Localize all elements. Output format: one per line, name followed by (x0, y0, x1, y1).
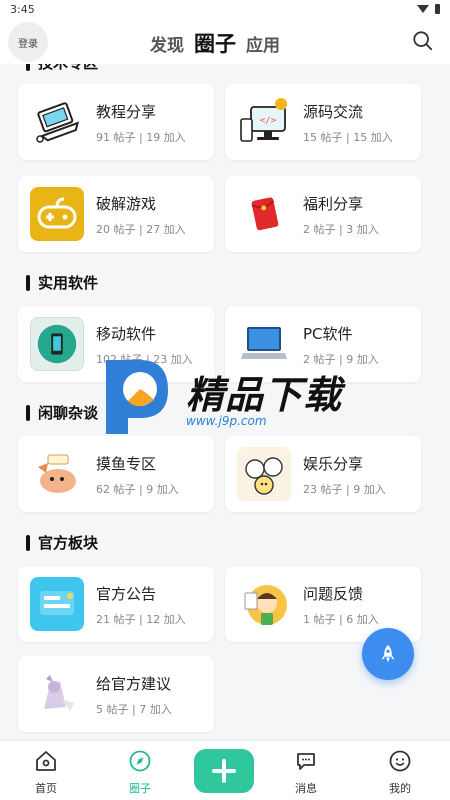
section-bar (26, 64, 30, 71)
section-bar (26, 534, 30, 551)
svg-text:</>: </> (260, 116, 277, 126)
nav-circles[interactable]: 圈子 (110, 749, 170, 796)
red-envelope-icon (237, 187, 291, 241)
wifi-icon (417, 5, 429, 13)
section-bar (26, 404, 30, 421)
profile-icon (389, 750, 411, 772)
card-welfare-share[interactable]: 福利分享 2 帖子 | 3 加入 (225, 176, 421, 252)
login-button[interactable]: 登录 (8, 22, 48, 62)
card-source-code[interactable]: </> 源码交流 15 帖子 | 15 加入 (225, 84, 421, 160)
compass-icon (129, 750, 151, 772)
header-tabs: 发现 圈子 应用 (150, 28, 280, 58)
chat-icon (297, 753, 315, 770)
card-tutorial-share[interactable]: 教程分享 91 帖子 | 19 加入 (18, 84, 214, 160)
notice-icon (30, 577, 84, 631)
card-entertainment-share[interactable]: 娱乐分享 23 帖子 | 9 加入 (225, 436, 421, 512)
card-official-notice[interactable]: 官方公告 21 帖子 | 12 加入 (18, 566, 214, 642)
pc-laptop-icon (237, 317, 291, 371)
plus-icon (212, 759, 236, 783)
tab-apps[interactable]: 应用 (246, 31, 280, 56)
search-icon[interactable] (412, 30, 434, 52)
section-title-software: 实用软件 (26, 272, 98, 293)
card-cracked-games[interactable]: 破解游戏 20 帖子 | 27 加入 (18, 176, 214, 252)
feedback-icon (237, 577, 291, 631)
suggestion-icon (30, 667, 84, 721)
bottom-nav: 首页 圈子 消息 我的 (0, 740, 450, 800)
status-bar: 3:45 (0, 0, 450, 18)
nav-messages[interactable]: 消息 (276, 749, 336, 796)
add-post-button[interactable] (194, 749, 254, 793)
section-bar (26, 274, 30, 291)
fish-cat-icon (30, 447, 84, 501)
battery-icon (435, 4, 440, 14)
tab-circles[interactable]: 圈子 (194, 28, 236, 58)
home-icon (36, 751, 56, 771)
section-title-tech: 技术专区 (26, 64, 98, 73)
tab-discover[interactable]: 发现 (150, 31, 184, 56)
card-pc-software[interactable]: PC软件 2 帖子 | 9 加入 (225, 306, 421, 382)
card-suggestions[interactable]: 给官方建议 5 帖子 | 7 加入 (18, 656, 214, 732)
phone-icon (30, 317, 84, 371)
cartoon-icon (237, 447, 291, 501)
status-time: 3:45 (10, 2, 35, 16)
gamepad-icon (30, 187, 84, 241)
computer-code-icon: </> (237, 95, 291, 149)
nav-profile[interactable]: 我的 (370, 749, 430, 796)
card-mobile-software[interactable]: 移动软件 102 帖子 | 23 加入 (18, 306, 214, 382)
top-bar: 登录 发现 圈子 应用 (0, 18, 450, 64)
nav-home[interactable]: 首页 (16, 749, 76, 796)
card-slacking-zone[interactable]: 摸鱼专区 62 帖子 | 9 加入 (18, 436, 214, 512)
laptop-icon (30, 95, 84, 149)
section-title-chat: 闲聊杂谈 (26, 402, 98, 423)
rocket-icon (381, 644, 395, 663)
section-title-official: 官方板块 (26, 532, 98, 553)
rocket-fab-button[interactable] (362, 628, 414, 680)
